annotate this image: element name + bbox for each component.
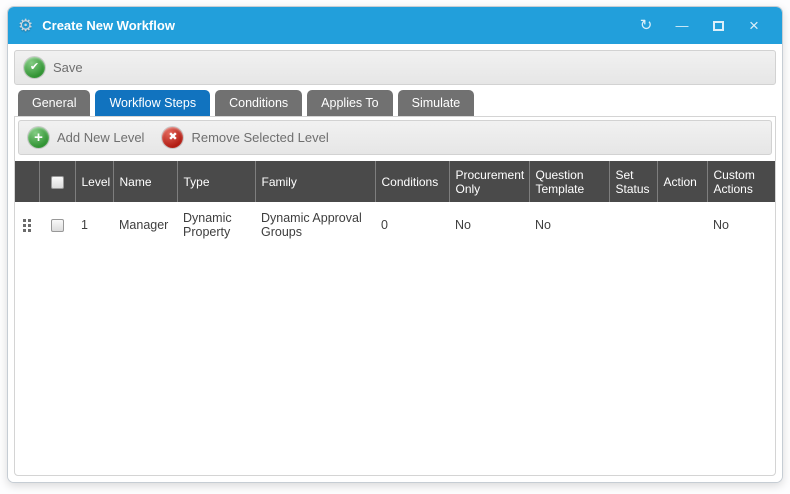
add-new-level-button[interactable]: + Add New Level: [28, 127, 144, 148]
workflow-steps-table: Level Name Type Family Conditions Procur…: [15, 161, 775, 248]
save-button-label: Save: [53, 60, 83, 75]
select-all-checkbox[interactable]: [51, 176, 64, 189]
save-icon: ✔: [24, 57, 45, 78]
column-header-set-status[interactable]: Set Status: [609, 161, 657, 202]
tab-general[interactable]: General: [18, 90, 90, 116]
tab-simulate[interactable]: Simulate: [398, 90, 475, 116]
add-icon: +: [28, 127, 49, 148]
drag-handle-icon[interactable]: [23, 219, 31, 232]
remove-selected-level-button[interactable]: ✖ Remove Selected Level: [162, 127, 328, 148]
maximize-icon: [713, 21, 724, 31]
row-drag-cell: [15, 202, 39, 248]
cell-conditions: 0: [375, 202, 449, 248]
column-header-family[interactable]: Family: [255, 161, 375, 202]
row-select-cell: [39, 202, 75, 248]
workflow-steps-panel: + Add New Level ✖ Remove Selected Level: [14, 116, 776, 476]
create-new-workflow-dialog: ⚙ Create New Workflow ↻ — × ✔ Save Gener…: [7, 6, 783, 483]
tab-conditions[interactable]: Conditions: [215, 90, 302, 116]
drag-column-header: [15, 161, 39, 202]
column-header-question-template[interactable]: Question Template: [529, 161, 609, 202]
column-header-procurement-only[interactable]: Procurement Only: [449, 161, 529, 202]
close-button[interactable]: ×: [736, 7, 772, 44]
cell-name: Manager: [113, 202, 177, 248]
minimize-icon: —: [676, 18, 689, 33]
cell-custom-actions: No: [707, 202, 775, 248]
add-new-level-label: Add New Level: [57, 130, 144, 145]
cell-procurement-only: No: [449, 202, 529, 248]
save-button[interactable]: ✔ Save: [24, 57, 83, 78]
refresh-icon: ↻: [640, 17, 653, 34]
row-checkbox[interactable]: [51, 219, 64, 232]
cell-level: 1: [75, 202, 113, 248]
window-controls: ↻ — ×: [628, 7, 772, 44]
column-header-action[interactable]: Action: [657, 161, 707, 202]
column-header-name[interactable]: Name: [113, 161, 177, 202]
close-icon: ×: [749, 16, 759, 35]
tab-applies-to[interactable]: Applies To: [307, 90, 392, 116]
gear-icon: ⚙: [18, 17, 33, 34]
window-title: Create New Workflow: [42, 18, 628, 33]
tab-workflow-steps[interactable]: Workflow Steps: [95, 90, 210, 116]
column-header-custom-actions[interactable]: Custom Actions: [707, 161, 775, 202]
column-header-conditions[interactable]: Conditions: [375, 161, 449, 202]
select-all-header: [39, 161, 75, 202]
level-toolbar: + Add New Level ✖ Remove Selected Level: [18, 120, 772, 155]
cell-action: [657, 202, 707, 248]
column-header-type[interactable]: Type: [177, 161, 255, 202]
refresh-button[interactable]: ↻: [628, 7, 664, 44]
title-bar: ⚙ Create New Workflow ↻ — ×: [8, 7, 782, 44]
maximize-button[interactable]: [700, 7, 736, 44]
cell-family: Dynamic Approval Groups: [255, 202, 375, 248]
cell-set-status: [609, 202, 657, 248]
remove-selected-level-label: Remove Selected Level: [191, 130, 328, 145]
cell-question-template: No: [529, 202, 609, 248]
tab-bar: General Workflow Steps Conditions Applie…: [14, 90, 776, 116]
table-header-row: Level Name Type Family Conditions Procur…: [15, 161, 775, 202]
save-toolbar: ✔ Save: [14, 50, 776, 85]
table-row: 1 Manager Dynamic Property Dynamic Appro…: [15, 202, 775, 248]
dialog-content: ✔ Save General Workflow Steps Conditions…: [8, 44, 782, 482]
remove-icon: ✖: [162, 127, 183, 148]
minimize-button[interactable]: —: [664, 7, 700, 44]
cell-type: Dynamic Property: [177, 202, 255, 248]
column-header-level[interactable]: Level: [75, 161, 113, 202]
